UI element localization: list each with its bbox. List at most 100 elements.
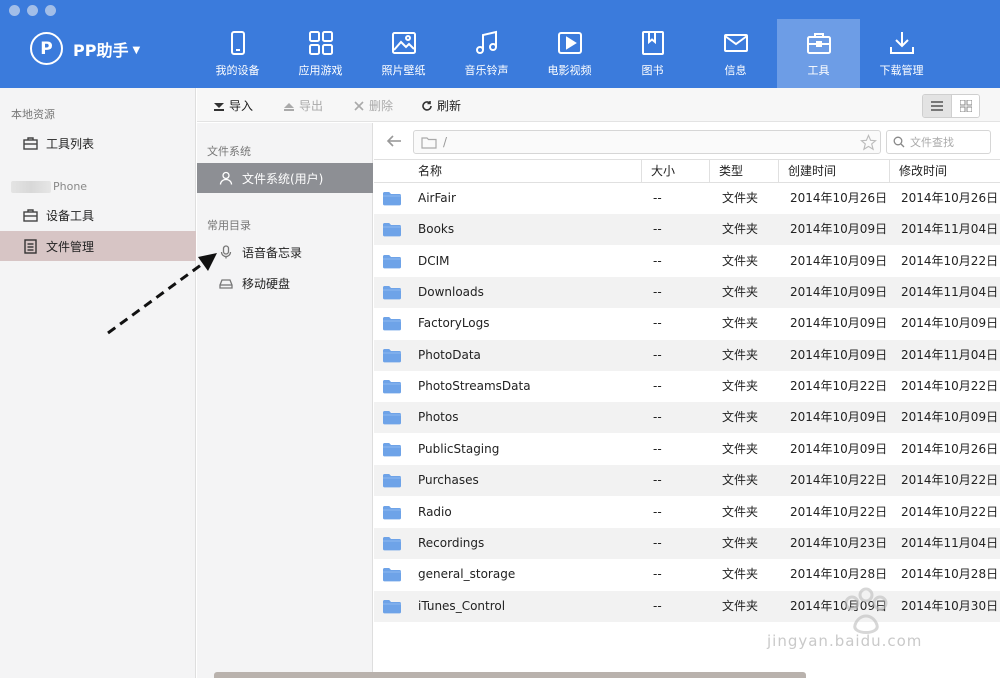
column-header-type[interactable]: 类型 xyxy=(709,160,778,182)
column-header-size[interactable]: 大小 xyxy=(641,160,709,182)
table-row[interactable]: Books -- 文件夹 2014年10月09日 2014年11月04日 xyxy=(374,214,1000,246)
cell-type: 文件夹 xyxy=(722,441,759,456)
nav-music-ringtones[interactable]: 音乐铃声 xyxy=(445,19,528,88)
file-search-box[interactable] xyxy=(886,130,991,154)
nav-movies-videos[interactable]: 电影视频 xyxy=(528,19,611,88)
table-row[interactable]: Photos -- 文件夹 2014年10月09日 2014年10月09日 xyxy=(374,402,1000,434)
cell-created: 2014年10月22日 xyxy=(790,379,888,394)
grid-view-button[interactable] xyxy=(951,95,979,117)
cell-size: -- xyxy=(653,379,662,394)
location-panel: 文件系统 文件系统(用户) 常用目录 语音备忘录 移动硬盘 xyxy=(197,123,373,678)
close-window-button[interactable] xyxy=(9,5,20,16)
nav-label: 电影视频 xyxy=(547,64,592,77)
list-view-button[interactable] xyxy=(923,95,951,117)
path-field[interactable]: / xyxy=(413,130,881,154)
arrow-left-icon xyxy=(386,135,401,147)
table-row[interactable]: PhotoStreamsData -- 文件夹 2014年10月22日 2014年10月… xyxy=(374,371,1000,402)
cell-modified: 2014年10月22日 xyxy=(901,379,999,394)
cell-type: 文件夹 xyxy=(722,473,759,488)
left-sidebar: 本地资源 工具列表 Phone 设备工具 文件管理 xyxy=(0,88,196,678)
location-file-system-user[interactable]: 文件系统(用户) xyxy=(197,163,373,193)
pp-logo-icon: P xyxy=(30,32,63,65)
cell-name: iTunes_Control xyxy=(418,598,506,613)
blurred-device-name xyxy=(11,180,51,193)
table-row[interactable]: Radio -- 文件夹 2014年10月22日 2014年10月22日 xyxy=(374,497,1000,528)
folder-icon xyxy=(383,286,401,300)
cell-created: 2014年10月09日 xyxy=(790,410,888,425)
nav-apps-games[interactable]: 应用游戏 xyxy=(279,19,362,88)
music-note-icon xyxy=(473,29,501,57)
cell-modified: 2014年10月22日 xyxy=(901,473,999,488)
cell-size: -- xyxy=(653,567,662,582)
column-header-created[interactable]: 创建时间 xyxy=(778,160,889,182)
toolbox-icon xyxy=(805,29,833,57)
back-button[interactable] xyxy=(384,131,404,151)
cell-created: 2014年10月09日 xyxy=(790,441,888,456)
video-play-icon xyxy=(556,29,584,57)
folder-icon xyxy=(383,192,401,206)
table-row[interactable]: AirFair -- 文件夹 2014年10月26日 2014年10月26日 xyxy=(374,183,1000,214)
import-label: 导入 xyxy=(229,99,254,113)
cell-created: 2014年10月22日 xyxy=(790,473,888,488)
cell-type: 文件夹 xyxy=(722,285,759,300)
table-row[interactable]: DCIM -- 文件夹 2014年10月09日 2014年10月22日 xyxy=(374,246,1000,277)
minimize-window-button[interactable] xyxy=(27,5,38,16)
nav-label: 我的设备 xyxy=(215,64,260,77)
cell-created: 2014年10月23日 xyxy=(790,535,888,550)
export-button[interactable]: 导出 xyxy=(283,97,323,114)
table-row[interactable]: Purchases -- 文件夹 2014年10月22日 2014年10月22日 xyxy=(374,465,1000,497)
common-dirs-heading: 常用目录 xyxy=(207,219,251,232)
sidebar-item-tool-list[interactable]: 工具列表 xyxy=(0,128,196,158)
nav-my-device[interactable]: 我的设备 xyxy=(196,19,279,88)
list-view-icon xyxy=(931,101,943,111)
cell-name: Purchases xyxy=(418,473,479,488)
cell-size: -- xyxy=(653,347,662,362)
sidebar-item-device-tools[interactable]: 设备工具 xyxy=(0,200,196,230)
table-row[interactable]: PublicStaging -- 文件夹 2014年10月09日 2014年10月26日 xyxy=(374,434,1000,465)
nav-messages[interactable]: 信息 xyxy=(694,19,777,88)
toolbox-icon xyxy=(23,208,38,222)
import-button[interactable]: 导入 xyxy=(213,97,253,114)
delete-button[interactable]: 删除 xyxy=(353,97,393,114)
cell-size: -- xyxy=(653,535,662,550)
cell-created: 2014年10月26日 xyxy=(790,191,888,205)
nav-tools[interactable]: 工具 xyxy=(777,19,860,88)
column-header-name[interactable]: 名称 xyxy=(409,160,641,182)
folder-icon xyxy=(383,411,401,425)
delete-x-icon xyxy=(354,100,364,111)
nav-label: 音乐铃声 xyxy=(464,64,509,77)
table-row[interactable]: Downloads -- 文件夹 2014年10月09日 2014年11月04日 xyxy=(374,277,1000,309)
cell-type: 文件夹 xyxy=(722,567,759,582)
cell-created: 2014年10月09日 xyxy=(790,316,888,331)
folder-icon xyxy=(383,254,401,269)
column-header-modified[interactable]: 修改时间 xyxy=(889,160,1000,182)
search-input[interactable] xyxy=(910,135,988,149)
table-row[interactable]: FactoryLogs -- 文件夹 2014年10月09日 2014年10月09日 xyxy=(374,308,1000,339)
current-path: / xyxy=(443,135,448,149)
cell-size: -- xyxy=(653,253,662,268)
cell-size: -- xyxy=(653,598,662,613)
table-row[interactable]: Recordings -- 文件夹 2014年10月23日 2014年11月04日 xyxy=(374,527,1000,559)
nav-photos-wallpapers[interactable]: 照片壁纸 xyxy=(362,19,445,88)
cell-modified: 2014年10月09日 xyxy=(901,316,999,331)
cell-type: 文件夹 xyxy=(722,316,759,331)
cell-type: 文件夹 xyxy=(722,222,759,237)
folder-outline-icon xyxy=(421,136,437,149)
folder-icon xyxy=(383,317,401,331)
cell-modified: 2014年11月04日 xyxy=(901,535,999,550)
app-brand-menu[interactable]: P PP助手 ▼ xyxy=(30,32,140,65)
user-icon xyxy=(219,171,233,185)
delete-label: 删除 xyxy=(369,99,394,113)
nav-books[interactable]: 图书 xyxy=(611,19,694,88)
table-row[interactable]: PhotoData -- 文件夹 2014年10月09日 2014年11月04日 xyxy=(374,339,1000,371)
cell-name: FactoryLogs xyxy=(418,316,490,331)
cell-size: -- xyxy=(653,316,662,331)
grid-view-icon xyxy=(959,100,972,112)
refresh-button[interactable]: 刷新 xyxy=(421,97,461,114)
mail-icon xyxy=(722,29,750,57)
cell-name: Recordings xyxy=(418,535,485,550)
zoom-window-button[interactable] xyxy=(45,5,56,16)
nav-download-manager[interactable]: 下载管理 xyxy=(860,19,943,88)
star-icon xyxy=(859,133,877,150)
favorite-button[interactable] xyxy=(858,132,878,152)
